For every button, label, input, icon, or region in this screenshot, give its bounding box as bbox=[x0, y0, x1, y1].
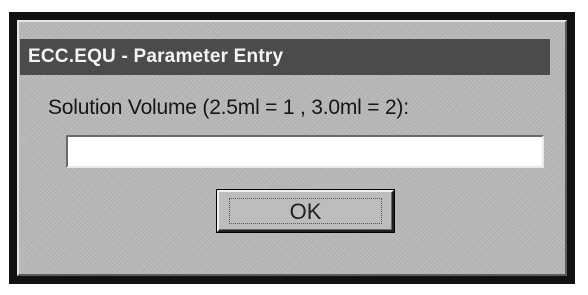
ok-button[interactable]: OK bbox=[217, 190, 394, 232]
ok-button-label: OK bbox=[289, 199, 322, 224]
solution-volume-input[interactable] bbox=[66, 135, 544, 168]
solution-volume-label: Solution Volume (2.5ml = 1 , 3.0ml = 2): bbox=[48, 96, 409, 119]
screenshot-page: ECC.EQU - Parameter Entry Solution Volum… bbox=[0, 0, 588, 295]
dialog-titlebar[interactable]: ECC.EQU - Parameter Entry bbox=[20, 39, 550, 75]
dialog-title: ECC.EQU - Parameter Entry bbox=[28, 46, 284, 67]
